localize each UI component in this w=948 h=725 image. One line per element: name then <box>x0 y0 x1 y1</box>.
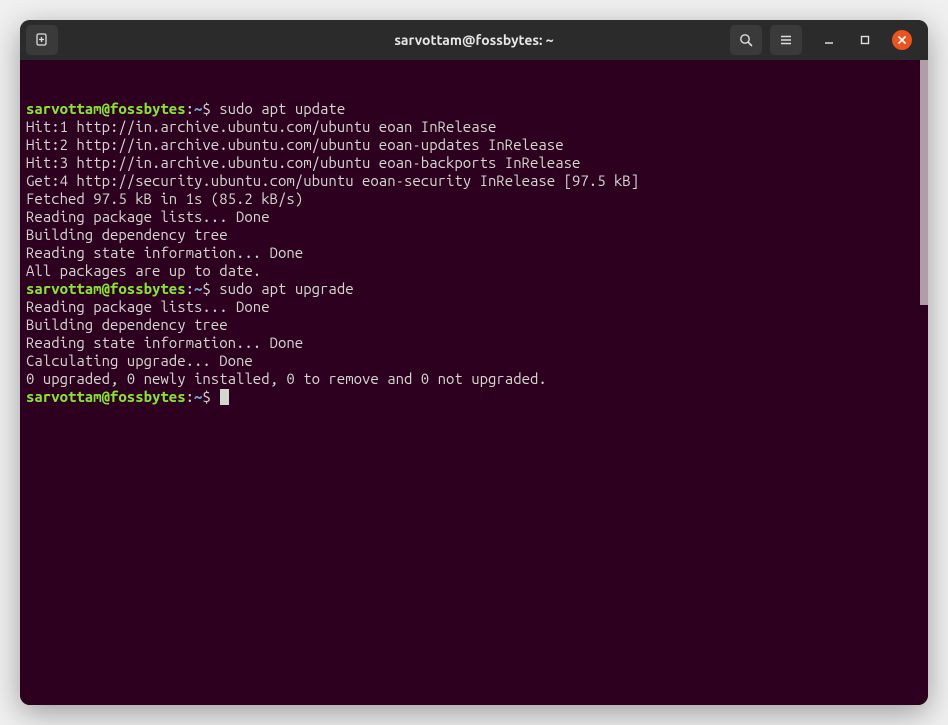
output-line: Building dependency tree <box>26 316 922 334</box>
prompt-separator: : <box>186 280 194 297</box>
maximize-icon <box>860 35 870 45</box>
output-line: Reading state information... Done <box>26 334 922 352</box>
maximize-button[interactable] <box>856 31 874 49</box>
prompt-user-host: sarvottam@fossbytes <box>26 280 186 297</box>
scrollbar[interactable] <box>920 60 928 305</box>
output-line: Hit:3 http://in.archive.ubuntu.com/ubunt… <box>26 154 922 172</box>
minimize-icon <box>824 35 834 45</box>
search-button[interactable] <box>730 25 762 55</box>
terminal-body[interactable]: sarvottam@fossbytes:~$ sudo apt updateHi… <box>20 60 928 705</box>
prompt-separator: : <box>186 100 194 117</box>
output-line: Fetched 97.5 kB in 1s (85.2 kB/s) <box>26 190 922 208</box>
output-line: Reading state information... Done <box>26 244 922 262</box>
output-line: All packages are up to date. <box>26 262 922 280</box>
hamburger-icon <box>778 32 794 48</box>
output-line: Calculating upgrade... Done <box>26 352 922 370</box>
prompt-symbol: $ <box>202 280 219 297</box>
prompt-symbol: $ <box>202 100 219 117</box>
output-line: Hit:2 http://in.archive.ubuntu.com/ubunt… <box>26 136 922 154</box>
close-button[interactable] <box>892 30 912 50</box>
new-tab-icon <box>34 32 50 48</box>
minimize-button[interactable] <box>820 31 838 49</box>
output-line: Building dependency tree <box>26 226 922 244</box>
output-line: Reading package lists... Done <box>26 298 922 316</box>
output-line: Get:4 http://security.ubuntu.com/ubuntu … <box>26 172 922 190</box>
terminal-window: sarvottam@fossbytes: ~ <box>20 20 928 705</box>
menu-button[interactable] <box>770 25 802 55</box>
output-line: Reading package lists... Done <box>26 208 922 226</box>
prompt-symbol: $ <box>202 388 219 405</box>
prompt-separator: : <box>186 388 194 405</box>
prompt-user-host: sarvottam@fossbytes <box>26 100 186 117</box>
prompt-line: sarvottam@fossbytes:~$ <box>26 388 922 406</box>
close-icon <box>897 35 907 45</box>
prompt-line: sarvottam@fossbytes:~$ sudo apt update <box>26 100 922 118</box>
new-tab-button[interactable] <box>26 25 58 55</box>
titlebar: sarvottam@fossbytes: ~ <box>20 20 928 60</box>
command-text: sudo apt upgrade <box>219 280 353 297</box>
cursor <box>220 389 229 405</box>
prompt-line: sarvottam@fossbytes:~$ sudo apt upgrade <box>26 280 922 298</box>
output-line: 0 upgraded, 0 newly installed, 0 to remo… <box>26 370 922 388</box>
prompt-user-host: sarvottam@fossbytes <box>26 388 186 405</box>
output-line: Hit:1 http://in.archive.ubuntu.com/ubunt… <box>26 118 922 136</box>
search-icon <box>738 32 754 48</box>
command-text: sudo apt update <box>219 100 345 117</box>
